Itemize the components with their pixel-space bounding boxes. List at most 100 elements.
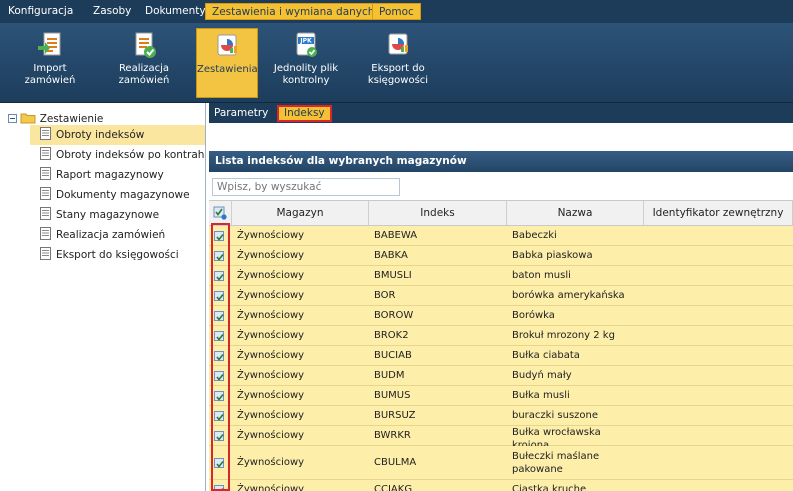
accounting-export-button[interactable]: Eksport do księgowości [362,28,434,98]
cell-magazyn: Żywnościowy [237,330,305,341]
cell-nazwa: Babka piaskowa [512,250,593,261]
parameters-area [209,123,793,151]
tree-item-obroty-indeksow[interactable]: Obroty indeksów [30,125,205,145]
cell-indeks: BWRKR [374,430,411,441]
cell-magazyn: Żywnościowy [237,457,305,468]
import-orders-button[interactable]: Import zamówień [20,28,80,98]
cell-magazyn: Żywnościowy [237,430,305,441]
tree-item-eksport-ksiegowosci[interactable]: Eksport do księgowości [30,245,205,265]
cell-indeks: BOROW [374,310,414,321]
cell-indeks: CCIAKG [374,484,413,491]
table-row[interactable]: Żywnościowy BUMUS Bułka musli [209,386,793,406]
table-row[interactable]: Żywnościowy BOROW Borówka [209,306,793,326]
column-identyfikator[interactable]: Identyfikator zewnętrzny [644,201,793,225]
order-fulfillment-button[interactable]: Realizacja zamówień [110,28,178,98]
tab-indeksy[interactable]: Indeksy [277,105,332,122]
select-all-icon[interactable] [213,206,227,220]
document-icon [40,227,51,240]
search-bar [209,172,793,200]
report-tree: Zestawienie Obroty indeksów Obroty indek… [0,103,206,491]
cell-indeks: BUCIAB [374,350,412,361]
jpk-button[interactable]: JPK Jednolity plik kontrolny [268,28,344,98]
cell-magazyn: Żywnościowy [237,290,305,301]
table-row[interactable]: Żywnościowy BUCIAB Bułka ciabata [209,346,793,366]
table-row[interactable]: Żywnościowy BROK2 Brokuł mrozony 2 kg [209,326,793,346]
column-magazyn[interactable]: Magazyn [232,201,369,225]
jpk-label: Jednolity plik kontrolny [273,63,339,86]
cell-nazwa: Borówka [512,310,555,321]
tree-item-label: Eksport do księgowości [56,249,179,261]
tree-item-label: Realizacja zamówień [56,229,166,241]
index-table: Magazyn Indeks Nazwa Identyfikator zewnę… [209,200,793,491]
cell-magazyn: Żywnościowy [237,310,305,321]
cell-magazyn: Żywnościowy [237,270,305,281]
reports-icon [217,34,237,56]
menu-dokumenty[interactable]: Dokumenty [139,3,212,20]
table-row[interactable]: Żywnościowy BABKA Babka piaskowa [209,246,793,266]
accounting-export-label: Eksport do księgowości [367,63,429,86]
select-all-header[interactable] [209,201,232,225]
table-row[interactable]: Żywnościowy BMUSLI baton musli [209,266,793,286]
document-icon [40,187,51,200]
tree-item-dokumenty-magazynowe[interactable]: Dokumenty magazynowe [30,185,205,205]
reports-button[interactable]: Zestawienia [196,28,258,98]
column-nazwa[interactable]: Nazwa [507,201,644,225]
ribbon-toolbar: Import zamówień Realizacja zamówień Zest… [0,23,793,103]
order-fulfillment-label: Realizacja zamówień [118,63,170,86]
tree-item-stany-magazynowe[interactable]: Stany magazynowe [30,205,205,225]
tree-item-label: Raport magazynowy [56,169,164,181]
order-fulfillment-icon [135,32,156,58]
cell-nazwa: Bułka musli [512,390,570,401]
document-icon [40,207,51,220]
import-orders-label: Import zamówień [24,63,76,86]
table-row[interactable]: Żywnościowy BOR borówka amerykańska [209,286,793,306]
table-row[interactable]: Żywnościowy CBULMA Bułeczki maślane pakowa… [209,446,793,480]
table-header: Magazyn Indeks Nazwa Identyfikator zewnę… [209,200,793,226]
menu-konfiguracja[interactable]: Konfiguracja [2,3,79,20]
collapse-icon[interactable] [8,114,17,123]
cell-indeks: BMUSLI [374,270,412,281]
cell-nazwa: Ciastka kruche [512,484,587,491]
table-row[interactable]: Żywnościowy BUDM Budyń mały [209,366,793,386]
tree-root-label: Zestawienie [39,113,104,125]
cell-magazyn: Żywnościowy [237,250,305,261]
cell-indeks: BURSUZ [374,410,416,421]
cell-indeks: BUDM [374,370,405,381]
menu-zestawienia[interactable]: Zestawienia i wymiana danych [205,3,382,20]
tab-parametry[interactable]: Parametry [209,105,273,122]
cell-indeks: BROK2 [374,330,409,341]
cell-indeks: CBULMA [374,457,417,468]
cell-nazwa: borówka amerykańska [512,290,625,301]
cell-magazyn: Żywnościowy [237,350,305,361]
menu-zasoby[interactable]: Zasoby [87,3,137,20]
cell-indeks: BABKA [374,250,408,261]
table-row[interactable]: Żywnościowy CCIAKG Ciastka kruche [209,480,793,491]
menu-pomoc[interactable]: Pomoc [372,3,421,20]
cell-magazyn: Żywnościowy [237,390,305,401]
tree-item-obroty-kontrahenci[interactable]: Obroty indeksów po kontrahentach [30,145,205,165]
tree-item-label: Obroty indeksów po kontrahentach [56,149,205,161]
table-row[interactable]: ŻywnościowyBWRKRBułka wrocławska krojona [209,426,793,451]
cell-nazwa: Brokuł mrozony 2 kg [512,330,615,341]
tree-item-label: Obroty indeksów [56,129,145,141]
cell-nazwa: baton musli [512,270,571,281]
tree-item-realizacja-zamowien[interactable]: Realizacja zamówień [30,225,205,245]
cell-nazwa: Bułeczki maślane pakowane [512,450,600,475]
cell-indeks: BOR [374,290,396,301]
table-row[interactable]: Żywnościowy BURSUZ buraczki suszone [209,406,793,426]
cell-indeks: BABEWA [374,230,418,241]
cell-nazwa: Babeczki [512,230,557,241]
search-input[interactable] [212,178,400,196]
import-orders-icon [38,32,61,56]
reports-label: Zestawienia [197,64,258,75]
cell-nazwa: buraczki suszone [512,410,599,421]
sub-tabs: Parametry Indeksy [209,103,793,123]
cell-nazwa: Budyń mały [512,370,572,381]
document-icon [40,167,51,180]
tree-item-raport-magazynowy[interactable]: Raport magazynowy [30,165,205,185]
column-indeks[interactable]: Indeks [369,201,507,225]
tree-item-label: Dokumenty magazynowe [56,189,190,201]
table-row[interactable]: Żywnościowy BABEWA Babeczki [209,226,793,246]
document-icon [40,127,51,140]
document-icon [40,247,51,260]
